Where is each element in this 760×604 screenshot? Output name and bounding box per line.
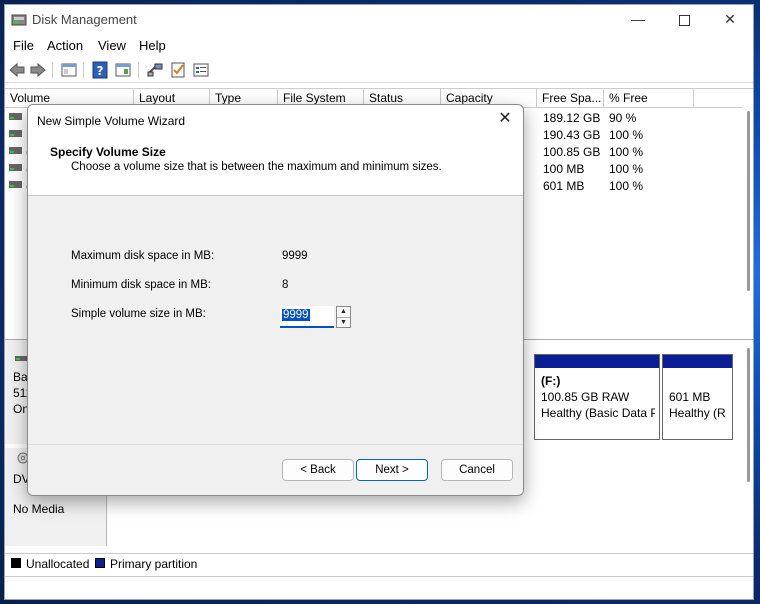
max-space-label: Maximum disk space in MB:	[71, 250, 215, 262]
menu-view[interactable]: View	[98, 38, 126, 53]
scrollbar-thumb[interactable]	[747, 111, 750, 291]
volume-size-stepper: 9999 ▲ ▼	[280, 306, 352, 328]
maximize-button[interactable]	[661, 5, 707, 33]
help-icon[interactable]: ?	[91, 61, 109, 79]
volume-drive-icon	[9, 181, 22, 188]
table-cell-percent-free: 100 %	[609, 162, 644, 176]
toolbar-separator	[83, 62, 84, 78]
disk-map-scrollbar[interactable]	[743, 340, 753, 548]
volume-size-value: 9999	[282, 309, 310, 321]
legend-unallocated-swatch	[11, 558, 21, 568]
table-cell-percent-free: 100 %	[609, 179, 644, 193]
volume-drive-icon	[9, 147, 22, 154]
cancel-button[interactable]: Cancel	[441, 459, 513, 481]
minimize-icon: —	[631, 11, 645, 27]
min-space-label: Minimum disk space in MB:	[71, 279, 211, 291]
wizard-footer: < Back Next > Cancel	[28, 444, 523, 495]
table-cell-percent-free: 100 %	[609, 145, 644, 159]
connect-icon[interactable]	[146, 61, 164, 79]
table-cell-free-space: 100 MB	[543, 162, 585, 176]
legend-primary-label: Primary partition	[110, 557, 198, 571]
menu-file[interactable]: File	[13, 38, 34, 53]
legend-primary-swatch	[95, 558, 105, 568]
wizard-page-subtitle: Choose a volume size that is between the…	[71, 161, 442, 173]
column-free-space[interactable]: Free Spa...	[537, 89, 604, 107]
scrollbar-thumb[interactable]	[747, 348, 750, 482]
close-icon: ✕	[724, 11, 736, 27]
wizard-page-heading: Specify Volume Size	[50, 145, 166, 159]
forward-arrow-icon[interactable]	[29, 61, 47, 79]
menu-bar: File Action View Help	[5, 36, 753, 56]
chevron-down-icon: ▼	[340, 319, 347, 326]
partition-recovery-size: 601 MB	[669, 390, 711, 404]
title-bar[interactable]: Disk Management — ✕	[5, 5, 753, 35]
minimize-button[interactable]: —	[615, 5, 661, 33]
next-button[interactable]: Next >	[356, 459, 428, 481]
table-cell-free-space: 190.43 GB	[543, 128, 601, 142]
maximize-icon	[678, 14, 690, 26]
settings-list-icon[interactable]	[192, 61, 210, 79]
table-cell-free-space: 189.12 GB	[543, 111, 601, 125]
spin-down-button[interactable]: ▼	[337, 318, 350, 328]
chevron-up-icon: ▲	[340, 308, 347, 315]
dialog-close-button[interactable]: ✕	[495, 109, 515, 129]
min-space-value: 8	[282, 279, 289, 291]
console-tree-icon[interactable]	[60, 61, 78, 79]
partition-f[interactable]: (F:) 100.85 GB RAW Healthy (Basic Data P	[534, 354, 660, 440]
window-title: Disk Management	[32, 12, 137, 27]
dialog-title: New Simple Volume Wizard	[37, 114, 186, 128]
table-cell-free-space: 100.85 GB	[543, 145, 601, 159]
menu-action[interactable]: Action	[47, 38, 83, 53]
back-arrow-icon[interactable]	[8, 61, 26, 79]
wizard-body: Maximum disk space in MB: 9999 Minimum d…	[28, 196, 523, 445]
volume-drive-icon	[9, 130, 22, 137]
close-button[interactable]: ✕	[707, 5, 753, 33]
checklist-icon[interactable]	[169, 61, 187, 79]
toolbar-separator	[52, 62, 53, 78]
table-cell-percent-free: 90 %	[609, 111, 637, 125]
partition-type-band	[663, 355, 732, 368]
legend-unallocated-label: Unallocated	[26, 557, 90, 571]
spin-up-button[interactable]: ▲	[337, 307, 350, 318]
disk-management-icon	[11, 14, 27, 26]
legend: Unallocated Primary partition	[5, 553, 753, 574]
partition-recovery[interactable]: 601 MB Healthy (R	[662, 354, 733, 440]
close-icon: ✕	[498, 110, 512, 127]
menu-help[interactable]: Help	[139, 38, 166, 53]
partition-f-size: 100.85 GB RAW	[541, 390, 630, 404]
volume-size-spin-buttons: ▲ ▼	[336, 306, 351, 328]
back-button[interactable]: < Back	[282, 459, 354, 481]
volume-drive-icon	[9, 164, 22, 171]
toolbar: ?	[5, 58, 753, 83]
partition-type-band	[535, 355, 659, 368]
wizard-header: Specify Volume Size Choose a volume size…	[28, 138, 523, 196]
properties-icon[interactable]	[114, 61, 132, 79]
status-bar	[5, 576, 753, 599]
dvd-drive-media: No Media	[13, 502, 65, 516]
max-space-value: 9999	[282, 250, 308, 262]
volume-size-label: Simple volume size in MB:	[71, 308, 206, 320]
table-cell-percent-free: 100 %	[609, 128, 644, 142]
table-cell-free-space: 601 MB	[543, 179, 585, 193]
partition-f-name: (F:)	[541, 374, 561, 388]
volume-size-input[interactable]: 9999	[280, 306, 334, 328]
column-percent-free[interactable]: % Free	[604, 89, 694, 107]
volume-list-scrollbar[interactable]	[743, 107, 753, 333]
volume-drive-icon	[9, 113, 22, 120]
partition-f-status: Healthy (Basic Data P	[541, 406, 655, 420]
partition-recovery-status: Healthy (R	[669, 406, 726, 420]
toolbar-separator	[138, 62, 139, 78]
new-simple-volume-wizard: New Simple Volume Wizard ✕ Specify Volum…	[27, 104, 524, 496]
svg-text:?: ?	[97, 64, 104, 78]
